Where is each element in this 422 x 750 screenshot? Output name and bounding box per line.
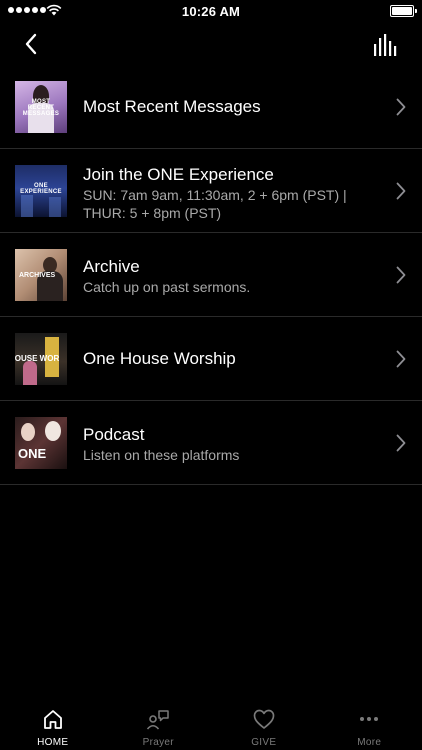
thumbnail-one-house-worship: HOUSE WOR [15,332,67,385]
thumbnail-podcast: ONE [15,416,67,469]
item-title: Archive [83,257,140,276]
thumbnail-caption: MOST RECENT MESSAGES [22,98,60,117]
chevron-right-icon [396,434,406,451]
chevron-right-icon [396,350,406,367]
list-item-archive[interactable]: ARCHIVES Archive Catch up on past sermon… [0,233,422,317]
prayer-icon [147,710,169,730]
list-item-one-house-worship[interactable]: HOUSE WOR One House Worship [0,317,422,401]
status-bar: 10:26 AM [0,0,422,24]
tab-label: GIVE [251,737,277,748]
chevron-right-icon [396,98,406,115]
tab-label: HOME [37,737,69,748]
item-subtitle: SUN: 7am 9am, 11:30am, 2 + 6pm (PST) | T… [83,187,347,221]
item-title: Most Recent Messages [83,97,261,116]
chevron-left-icon [25,33,37,55]
thumbnail-one-experience: ONE EXPERIENCE [15,164,67,217]
audio-bars-button[interactable] [370,32,402,58]
back-button[interactable] [18,30,48,58]
item-title: Join the ONE Experience [83,165,274,184]
chevron-right-icon [396,182,406,199]
more-dots-icon [360,717,379,721]
nav-bar [0,24,422,64]
chevron-right-icon [396,266,406,283]
item-subtitle: Listen on these platforms [83,447,240,463]
home-icon [43,710,62,729]
thumbnail-caption: HOUSE WOR [15,353,60,363]
tab-give[interactable]: GIVE [211,700,317,750]
thumbnail-caption: ONE EXPERIENCE [20,182,62,195]
menu-list: MOST RECENT MESSAGES Most Recent Message… [0,65,422,485]
item-title: Podcast [83,425,145,444]
bars-icon [374,34,397,56]
heart-icon [253,709,275,729]
thumbnail-most-recent-messages: MOST RECENT MESSAGES [15,80,67,133]
battery-icon [390,5,417,17]
status-time: 10:26 AM [181,4,241,19]
list-item-join-the-one-experience[interactable]: ONE EXPERIENCE Join the ONE Experience S… [0,149,422,233]
tab-bar: HOME Prayer GIVE More [0,700,422,750]
thumbnail-caption: ARCHIVES [19,271,56,279]
list-item-most-recent-messages[interactable]: MOST RECENT MESSAGES Most Recent Message… [0,65,422,149]
thumbnail-archives: ARCHIVES [15,248,67,301]
tab-more[interactable]: More [317,700,422,750]
tab-home[interactable]: HOME [0,700,106,750]
thumbnail-caption: ONE [18,445,47,461]
list-item-podcast[interactable]: ONE Podcast Listen on these platforms [0,401,422,485]
tab-label: More [357,737,382,748]
tab-label: Prayer [142,737,174,748]
item-subtitle: Catch up on past sermons. [83,279,251,295]
item-title: One House Worship [83,349,236,368]
tab-prayer[interactable]: Prayer [106,700,212,750]
